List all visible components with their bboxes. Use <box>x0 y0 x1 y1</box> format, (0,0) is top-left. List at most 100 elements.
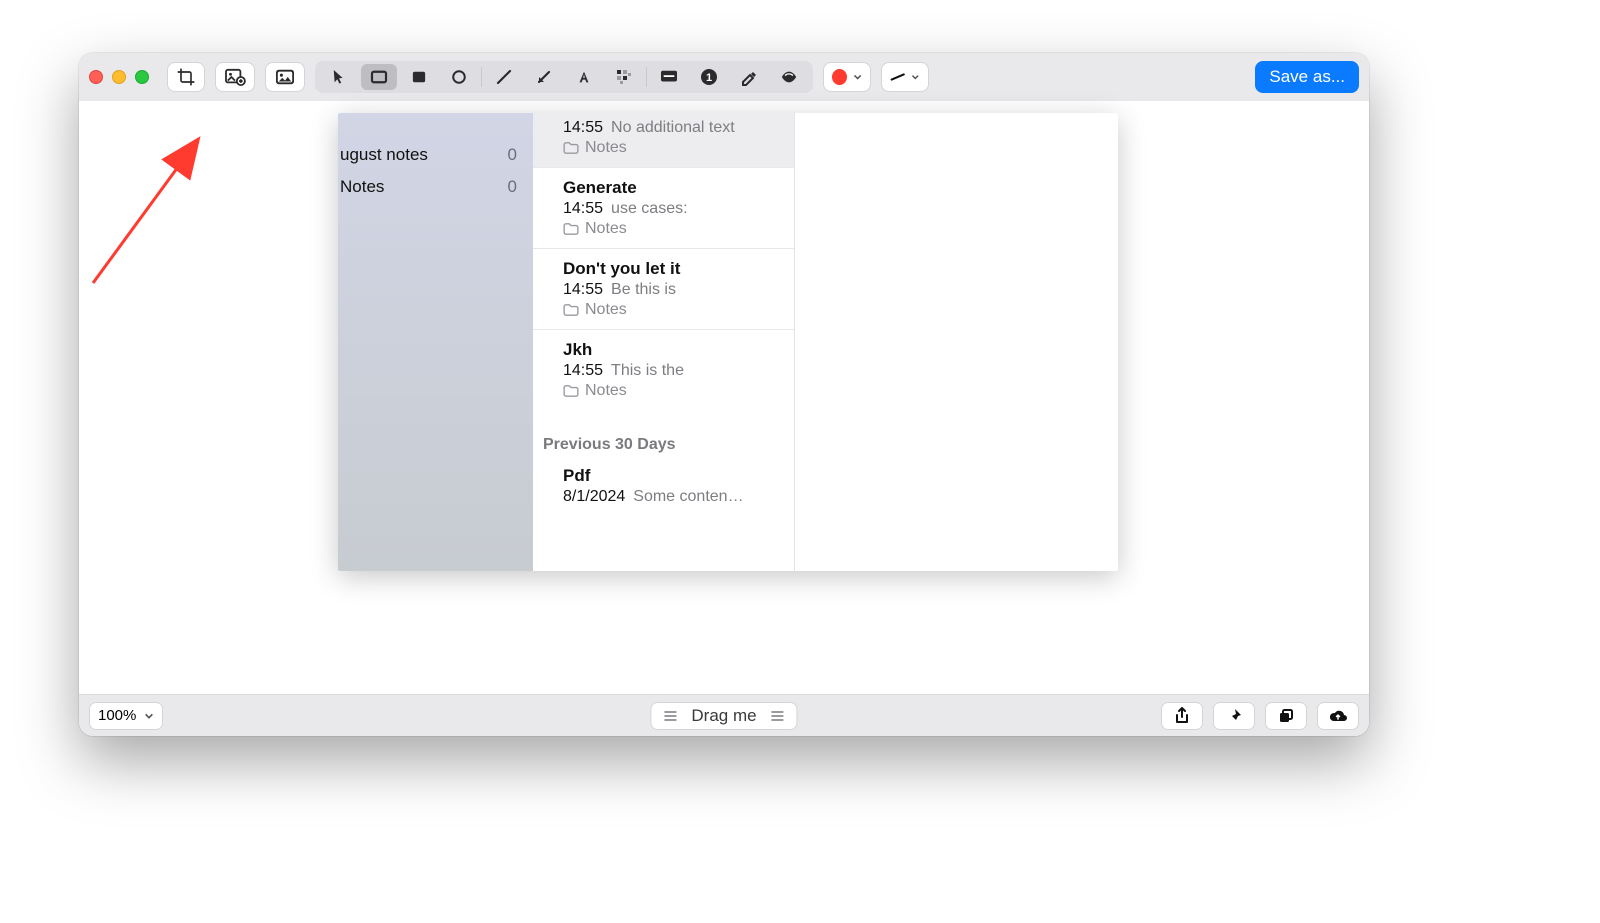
close-window-button[interactable] <box>89 70 103 84</box>
drag-handle[interactable]: Drag me <box>650 702 797 730</box>
zoom-value: 100% <box>98 707 136 724</box>
note-folder: Notes <box>585 301 627 319</box>
pin-icon <box>1226 708 1242 724</box>
sidebar-item-count: 0 <box>508 145 517 165</box>
annotation-arrow <box>89 133 224 288</box>
copy-button[interactable] <box>1265 702 1307 730</box>
tool-filled-rect[interactable] <box>401 64 437 90</box>
tool-line[interactable] <box>486 64 522 90</box>
folder-icon <box>563 385 579 397</box>
sidebar-item-count: 0 <box>508 177 517 197</box>
footer-bar: 100% Drag me <box>79 694 1369 736</box>
note-time: 14:55 <box>563 119 603 136</box>
tool-rectangle[interactable] <box>361 64 397 90</box>
tool-circle[interactable] <box>441 64 477 90</box>
note-content-area <box>795 113 1118 571</box>
sidebar-item: Notes 0 <box>338 171 533 203</box>
stroke-line-icon <box>890 72 905 82</box>
copy-icon <box>1278 708 1294 724</box>
tool-callout[interactable] <box>651 64 687 90</box>
picture-button[interactable] <box>265 62 305 92</box>
titlebar: 1 Save as... <box>79 53 1369 101</box>
tool-arrow[interactable] <box>526 64 562 90</box>
pointer-icon <box>332 69 346 85</box>
save-as-button[interactable]: Save as... <box>1255 61 1359 93</box>
tool-counter[interactable]: 1 <box>691 64 727 90</box>
cloud-upload-icon <box>1328 709 1348 723</box>
note-item: Jkh 14:55 This is the Notes <box>533 330 794 410</box>
share-icon <box>1174 707 1190 725</box>
blur-icon <box>616 69 632 85</box>
tool-segmented-control: 1 <box>315 61 813 93</box>
note-title: Jkh <box>563 340 774 360</box>
notes-sidebar: ugust notes 0 Notes 0 <box>338 113 533 571</box>
sidebar-item-label: Notes <box>340 177 384 197</box>
tool-blur[interactable] <box>606 64 642 90</box>
drag-label: Drag me <box>691 706 756 726</box>
svg-text:1: 1 <box>706 72 712 84</box>
grip-icon <box>663 710 677 722</box>
folder-icon <box>563 142 579 154</box>
tool-pointer[interactable] <box>321 64 357 90</box>
grip-icon <box>771 710 785 722</box>
rectangle-icon <box>370 70 388 84</box>
chevron-down-icon <box>144 711 154 721</box>
notes-list: 14:55 No additional text Notes Generate 1… <box>533 113 795 571</box>
sidebar-item-label: ugust notes <box>340 145 428 165</box>
fill-color-picker[interactable] <box>823 62 871 92</box>
picture-icon <box>274 68 296 86</box>
callout-icon <box>659 69 679 85</box>
embedded-screenshot: ugust notes 0 Notes 0 14:55 No additional… <box>338 113 1118 571</box>
chevron-down-icon <box>853 72 862 82</box>
crop-icon <box>176 67 196 87</box>
note-preview: Some conten… <box>633 488 743 505</box>
note-time: 14:55 <box>563 362 603 379</box>
note-time: 14:55 <box>563 200 603 217</box>
text-icon <box>576 69 592 85</box>
highlighter-icon <box>740 68 758 86</box>
note-folder: Notes <box>585 382 627 400</box>
stroke-picker[interactable] <box>881 62 929 92</box>
zoom-selector[interactable]: 100% <box>89 702 163 730</box>
footer-actions <box>1161 702 1359 730</box>
note-item: Pdf 8/1/2024Some conten… <box>533 462 794 516</box>
note-time: 14:55 <box>563 281 603 298</box>
note-item: Don't you let it 14:55Be this is Notes <box>533 249 794 330</box>
tool-text[interactable] <box>566 64 602 90</box>
arrow-icon <box>535 68 553 86</box>
redact-icon <box>779 69 799 85</box>
note-item: Generate 14:55 use cases: Notes <box>533 168 794 249</box>
note-folder: Notes <box>585 220 627 238</box>
tool-highlight[interactable] <box>731 64 767 90</box>
tool-redact[interactable] <box>771 64 807 90</box>
maximize-window-button[interactable] <box>135 70 149 84</box>
note-preview: No additional text <box>611 119 735 136</box>
chevron-down-icon <box>911 72 920 82</box>
folder-icon <box>563 304 579 316</box>
note-item-selected: 14:55 No additional text Notes <box>533 113 794 168</box>
note-title: Generate <box>563 178 774 198</box>
filled-rect-icon <box>411 70 427 84</box>
line-icon <box>495 68 513 86</box>
canvas-area[interactable]: ugust notes 0 Notes 0 14:55 No additional… <box>79 101 1369 694</box>
note-preview: use cases: <box>611 200 687 217</box>
crop-button[interactable] <box>167 62 205 92</box>
image-plus-icon <box>224 68 246 86</box>
note-preview: Be this is <box>611 281 676 298</box>
fill-color-swatch <box>832 69 847 85</box>
note-folder: Notes <box>585 139 627 157</box>
sidebar-item: ugust notes 0 <box>338 139 533 171</box>
note-title: Pdf <box>563 466 774 486</box>
counter-icon: 1 <box>700 68 718 86</box>
window-traffic-lights <box>89 70 149 84</box>
minimize-window-button[interactable] <box>112 70 126 84</box>
circle-icon <box>451 69 467 85</box>
add-image-button[interactable] <box>215 62 255 92</box>
share-button[interactable] <box>1161 702 1203 730</box>
list-section-header: Previous 30 Days <box>533 410 794 462</box>
upload-button[interactable] <box>1317 702 1359 730</box>
pin-button[interactable] <box>1213 702 1255 730</box>
note-preview: This is the <box>611 362 684 379</box>
folder-icon <box>563 223 579 235</box>
app-window: 1 Save as... ugust notes <box>79 53 1369 736</box>
